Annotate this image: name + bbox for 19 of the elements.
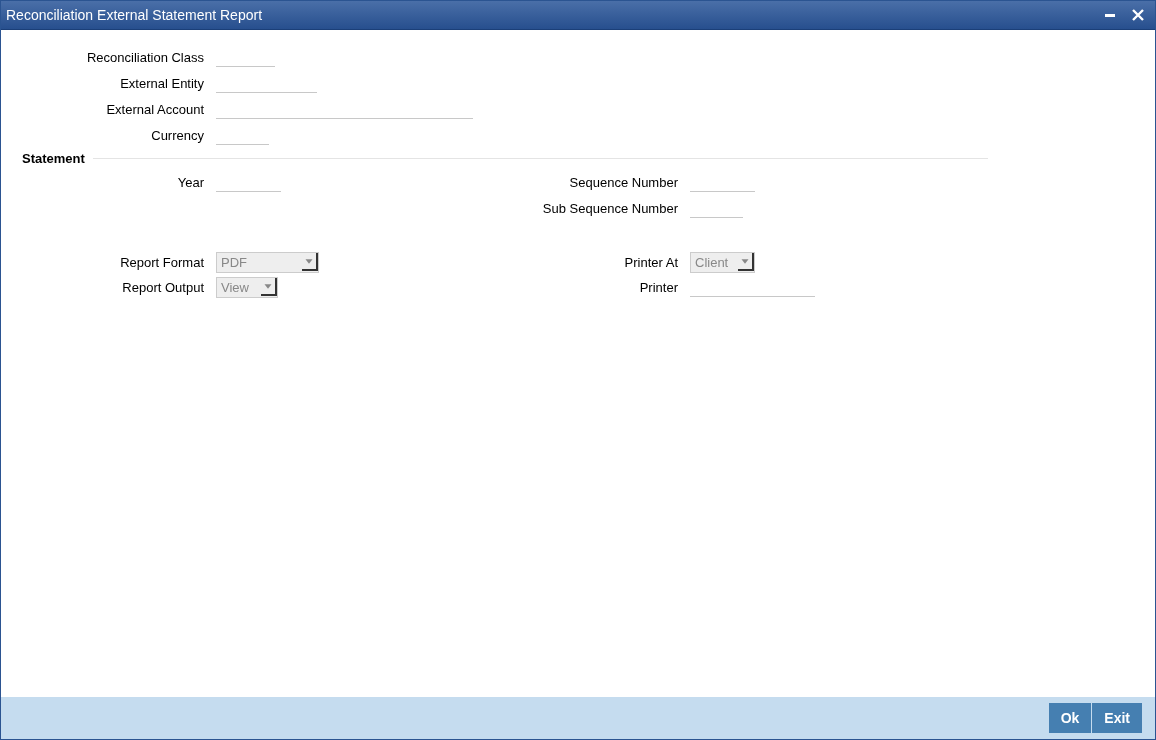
- field-label: Printer: [638, 279, 678, 295]
- caret-icon: [738, 253, 754, 271]
- field-label: External Account: [105, 101, 204, 117]
- field-label: Report Output: [121, 279, 204, 295]
- field-label: Printer At: [623, 254, 678, 270]
- window-title: Reconciliation External Statement Report: [6, 7, 263, 23]
- field-label: Currency: [150, 127, 204, 143]
- section-title: Statement: [22, 151, 85, 166]
- field-label: Sub Sequence Number: [541, 200, 678, 216]
- close-icon: [1132, 9, 1144, 21]
- field-label: Year: [176, 174, 204, 190]
- field-label: Sequence Number: [568, 174, 678, 190]
- field-label: Reconciliation Class: [85, 49, 204, 65]
- caret-icon: [261, 278, 277, 296]
- footer-button[interactable]: Ok: [1048, 703, 1092, 733]
- field-label: Report Format: [119, 254, 204, 270]
- footer-button[interactable]: Exit: [1092, 703, 1142, 733]
- field-label: External Entity: [119, 75, 204, 91]
- caret-icon: [302, 253, 318, 271]
